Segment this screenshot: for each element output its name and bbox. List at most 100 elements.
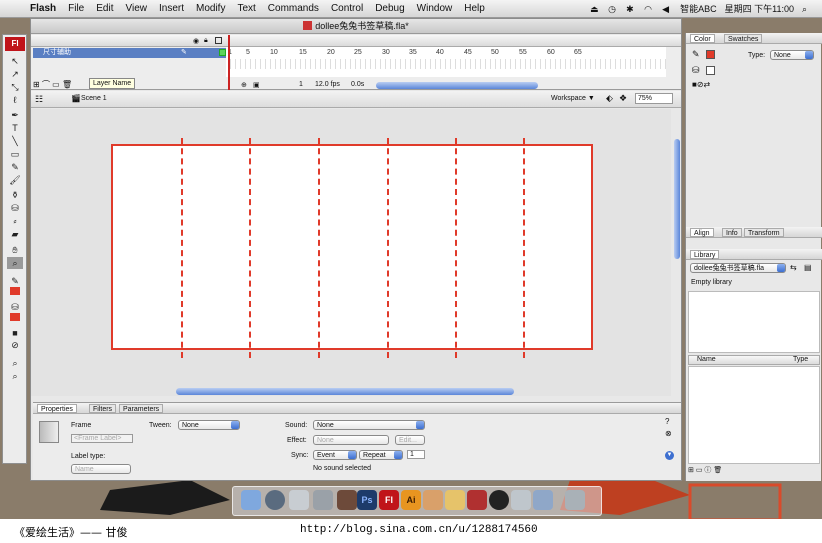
finder-icon[interactable]	[241, 490, 261, 510]
timeline-frames[interactable]: 1 5 10 15 20 25 30 35 40 45 50 55 60 65	[226, 47, 666, 77]
fill-color-swatch[interactable]	[10, 313, 20, 321]
menu-help[interactable]: Help	[458, 3, 491, 14]
window-title-bar[interactable]: dollee兔兔书签草稿.fla*	[31, 19, 681, 34]
layer-color-swatch[interactable]	[219, 49, 226, 56]
stroke-color-icon[interactable]: ✎	[7, 275, 23, 287]
delete-layer-icon[interactable]: 🗑︎	[62, 80, 72, 89]
guide-line[interactable]	[455, 138, 457, 358]
eye-icon[interactable]: ◉	[193, 37, 199, 45]
repeat-count-input[interactable]: 1	[407, 450, 425, 459]
menubar-clock[interactable]: 星期四 下午11:00	[725, 2, 794, 15]
time-machine-icon[interactable]: ◷	[608, 4, 618, 14]
tab-properties[interactable]: Properties	[37, 404, 77, 413]
app-icon[interactable]	[511, 490, 531, 510]
rectangle-tool-icon[interactable]: ▭	[7, 148, 23, 160]
center-frame-icon[interactable]: ⊕	[241, 81, 247, 89]
menu-commands[interactable]: Commands	[262, 3, 325, 14]
folder-icon[interactable]	[533, 490, 553, 510]
effect-select[interactable]: None	[313, 435, 389, 445]
eyedropper-tool-icon[interactable]: ⸗	[7, 215, 23, 227]
tab-info[interactable]: Info	[722, 228, 742, 237]
library-col-type[interactable]: Type	[793, 356, 808, 363]
tab-parameters[interactable]: Parameters	[119, 404, 164, 413]
menu-view[interactable]: View	[119, 3, 153, 14]
pin-library-icon[interactable]: ⇆	[790, 263, 797, 272]
bluetooth-icon[interactable]: ✱	[626, 4, 636, 14]
delete-icon[interactable]: 🗑︎	[713, 467, 722, 474]
menu-insert[interactable]: Insert	[153, 3, 190, 14]
menu-modify[interactable]: Modify	[190, 3, 231, 14]
zoom-out-option-icon[interactable]: ⌕	[7, 370, 23, 382]
no-color-icon[interactable]: ⊘	[7, 339, 23, 351]
tab-library[interactable]: Library	[690, 250, 720, 259]
color-type-select[interactable]: None	[770, 50, 814, 60]
lock-icon[interactable]: 🔒︎	[204, 37, 208, 45]
library-col-name[interactable]: Name	[697, 356, 716, 363]
paint-bucket-tool-icon[interactable]: ⛁	[7, 202, 23, 214]
timeline-toggle-icon[interactable]: ☷	[35, 94, 43, 105]
workspace-menu[interactable]: Workspace ▼	[551, 95, 595, 102]
pencil-tool-icon[interactable]: ✎	[7, 161, 23, 173]
library-list[interactable]	[688, 366, 820, 464]
stage-canvas[interactable]	[111, 138, 593, 358]
mail-icon[interactable]	[313, 490, 333, 510]
zoom-select[interactable]: 75%	[635, 93, 673, 104]
fill-swatch[interactable]	[706, 66, 715, 75]
edit-symbol-icon[interactable]: ❖	[619, 93, 627, 104]
ink-bottle-tool-icon[interactable]: ⚱	[7, 189, 23, 201]
scene-label[interactable]: Scene 1	[81, 95, 107, 102]
stroke-swatch[interactable]	[706, 50, 715, 59]
layer-name[interactable]: 尺寸辅助	[43, 49, 71, 56]
menu-text[interactable]: Text	[231, 3, 261, 14]
add-folder-icon[interactable]: ▭	[52, 80, 60, 89]
eject-icon[interactable]: ⏏	[590, 4, 600, 14]
label-type-select[interactable]: Name	[71, 464, 131, 474]
selection-tool-icon[interactable]: ↖	[7, 55, 23, 67]
properties-icon[interactable]: ⓘ	[704, 467, 711, 474]
dashboard-icon[interactable]	[265, 490, 285, 510]
stage-vertical-scrollbar[interactable]	[674, 139, 680, 259]
outline-icon[interactable]	[215, 37, 222, 44]
fill-color-icon[interactable]: ⛁	[7, 301, 23, 313]
snap-magnet-icon[interactable]: ⌕	[7, 357, 23, 369]
menu-file[interactable]: File	[62, 3, 90, 14]
tab-filters[interactable]: Filters	[89, 404, 117, 413]
qq-icon[interactable]	[489, 490, 509, 510]
guide-line[interactable]	[181, 138, 183, 358]
brush-tool-icon[interactable]: 🖌︎	[7, 174, 23, 186]
frame-cells[interactable]	[226, 59, 666, 69]
expand-icon[interactable]: ▼	[665, 451, 674, 460]
spotlight-icon[interactable]: ⌕	[802, 4, 812, 14]
menu-debug[interactable]: Debug	[369, 3, 410, 14]
app-icon[interactable]	[337, 490, 357, 510]
app-icon[interactable]	[445, 490, 465, 510]
menu-control[interactable]: Control	[325, 3, 369, 14]
flash-icon[interactable]: Fl	[379, 490, 399, 510]
sync-select[interactable]: Event	[313, 450, 357, 460]
target-icon[interactable]: ⊗	[665, 429, 672, 438]
menu-window[interactable]: Window	[411, 3, 459, 14]
guide-line[interactable]	[318, 138, 320, 358]
repeat-select[interactable]: Repeat	[359, 450, 403, 460]
lasso-tool-icon[interactable]: ℓ	[7, 94, 23, 106]
edit-button[interactable]: Edit...	[395, 435, 425, 445]
guide-line[interactable]	[387, 138, 389, 358]
guide-line[interactable]	[249, 138, 251, 358]
new-symbol-icon[interactable]: ⊞	[688, 467, 694, 474]
playhead[interactable]	[228, 35, 230, 90]
input-method[interactable]: 智能ABC	[680, 2, 717, 15]
default-colors-icon[interactable]: ■	[7, 327, 23, 339]
free-transform-tool-icon[interactable]: ⤡	[7, 81, 23, 93]
add-layer-icon[interactable]: ⊞	[33, 80, 40, 89]
menu-edit[interactable]: Edit	[90, 3, 119, 14]
edit-scene-icon[interactable]: ⬖	[606, 93, 613, 104]
stroke-pencil-icon[interactable]: ✎	[692, 49, 700, 60]
frame-label-input[interactable]: <Frame Label>	[71, 434, 133, 443]
wifi-icon[interactable]: ◠	[644, 4, 654, 14]
sound-select[interactable]: None	[313, 420, 425, 430]
hand-tool-icon[interactable]: ✋︎	[7, 244, 23, 256]
timeline-scrollbar[interactable]	[376, 82, 538, 89]
pen-tool-icon[interactable]: ✒	[7, 109, 23, 121]
tab-transform[interactable]: Transform	[744, 228, 784, 237]
swap-colors-icon[interactable]: ■⊘⇄	[692, 80, 710, 89]
